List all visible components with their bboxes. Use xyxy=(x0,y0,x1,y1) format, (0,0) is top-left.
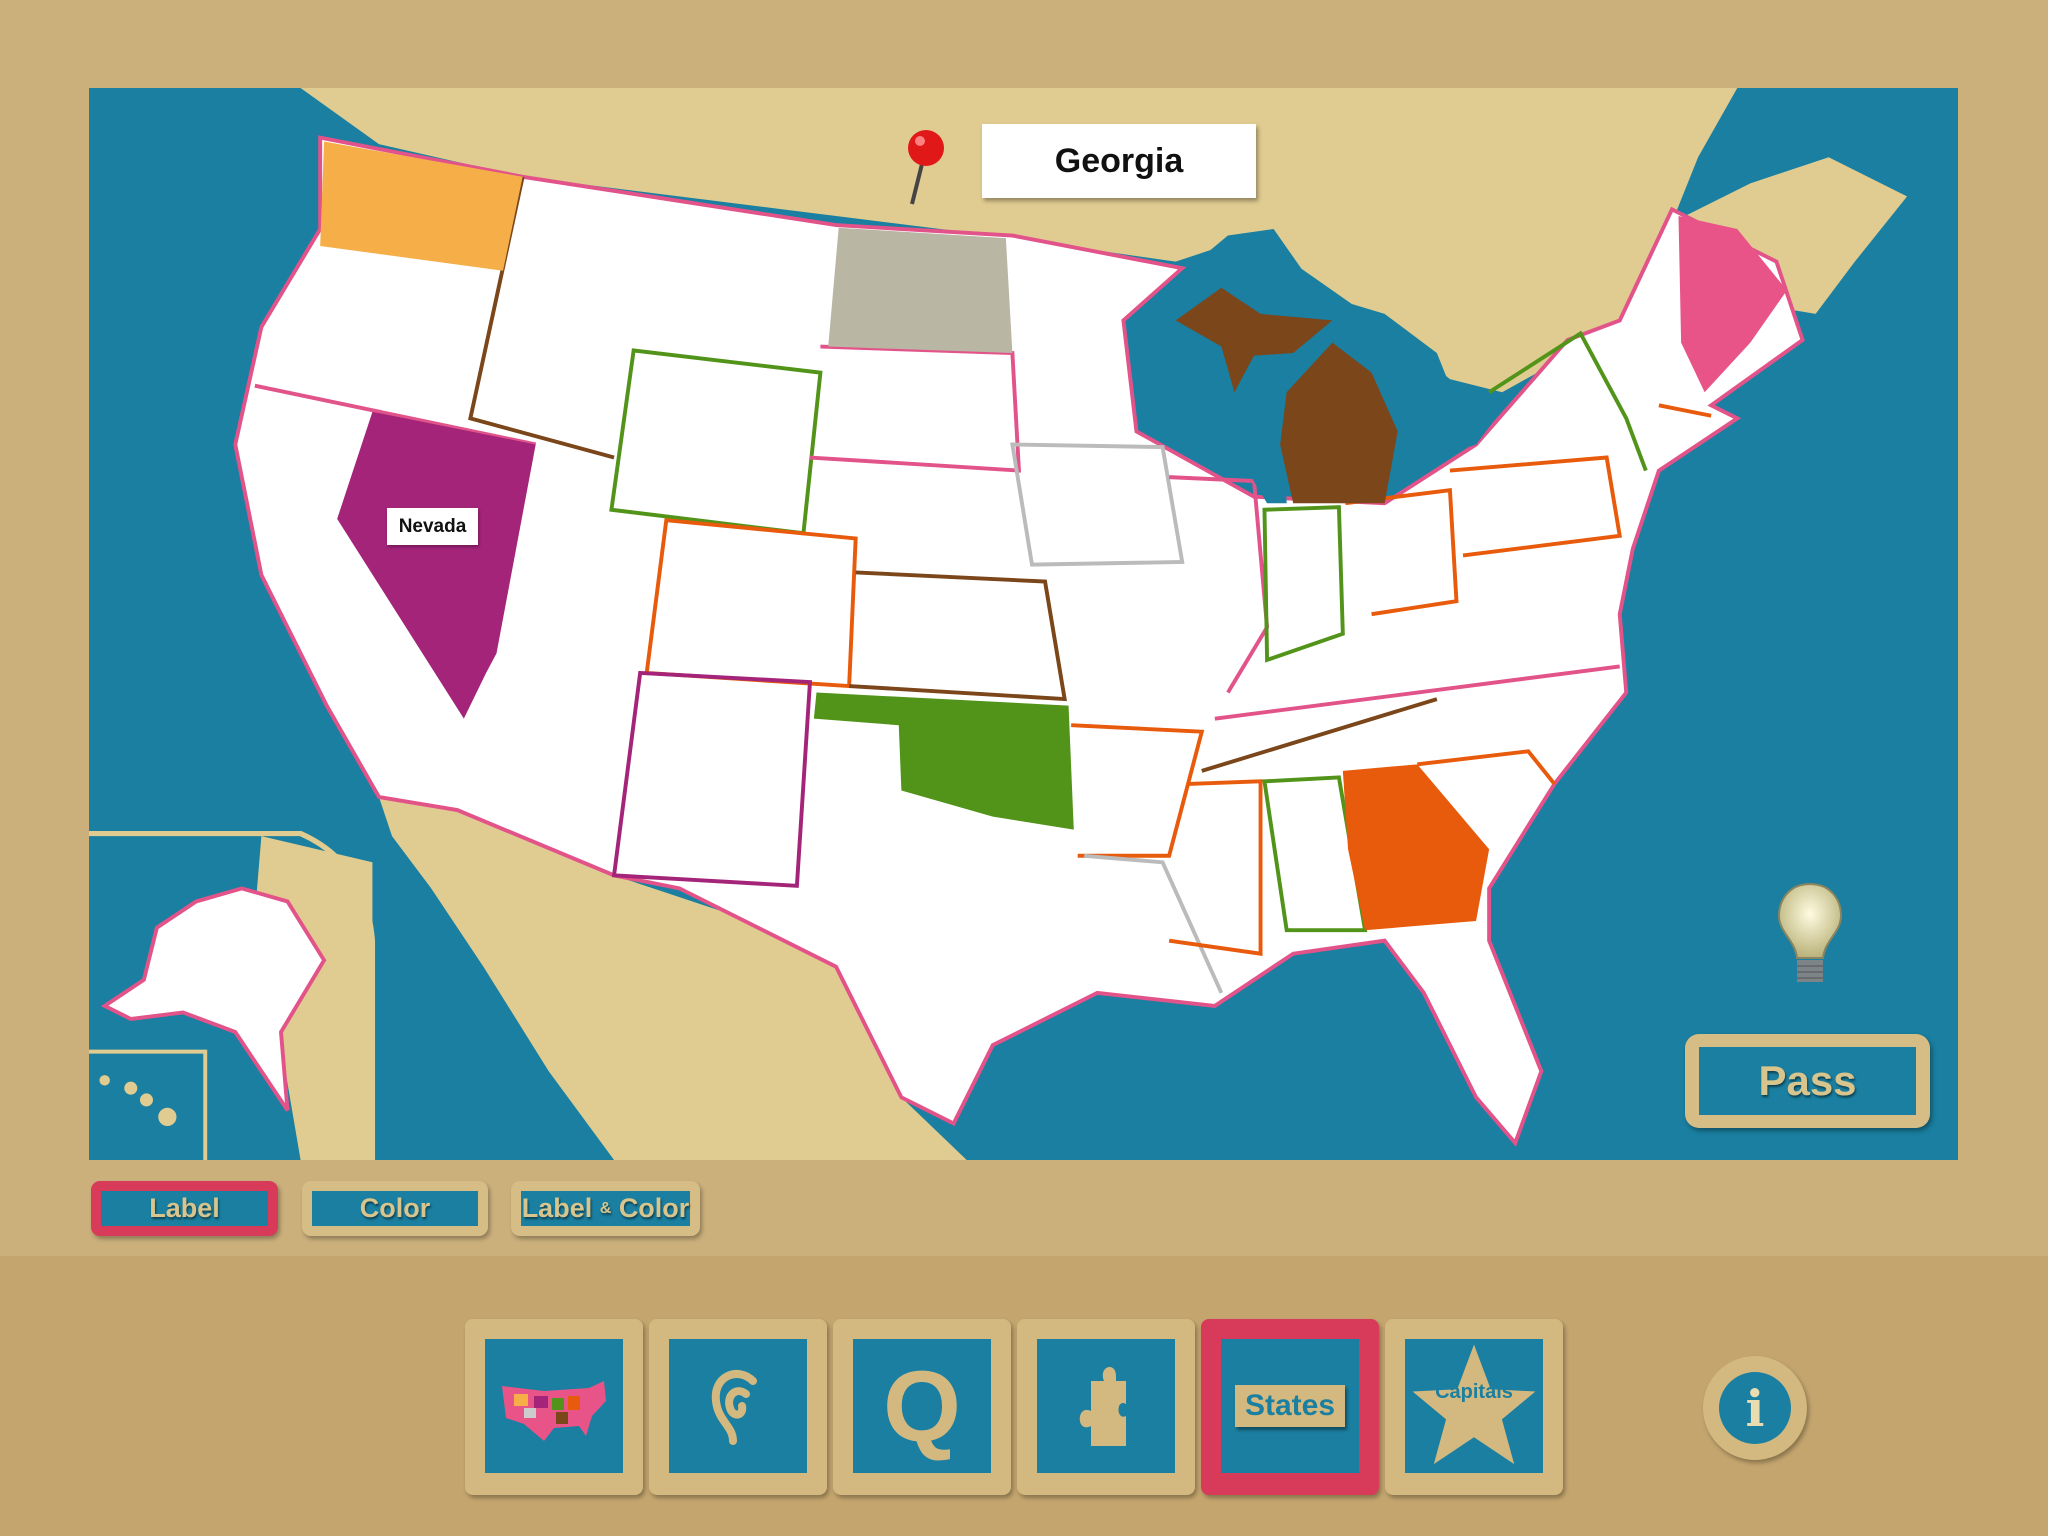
mode-label-and-color-text: Label & Color xyxy=(521,1191,690,1226)
mode-label-button[interactable]: Label xyxy=(91,1181,278,1236)
nav-map-tile[interactable] xyxy=(465,1319,643,1495)
mode-label-text: Label xyxy=(101,1191,268,1226)
nav-puzzle-tile[interactable] xyxy=(1017,1319,1195,1495)
capitals-label: Capitals xyxy=(1435,1380,1513,1403)
star-icon xyxy=(1412,1344,1536,1465)
lightbulb-icon[interactable] xyxy=(1775,880,1845,990)
pushpin-icon xyxy=(898,126,948,206)
placed-state-label: Nevada xyxy=(387,508,478,545)
ear-icon xyxy=(711,1369,757,1445)
svg-text:Q: Q xyxy=(883,1351,961,1463)
us-map-icon xyxy=(502,1381,606,1441)
us-map[interactable] xyxy=(89,88,1958,1160)
nav-capitals-tile[interactable]: Capitals xyxy=(1385,1319,1563,1495)
states-label: States xyxy=(1234,1385,1346,1427)
nav-listen-tile[interactable] xyxy=(649,1319,827,1495)
info-icon: i xyxy=(1719,1372,1791,1444)
target-state-label[interactable]: Georgia xyxy=(982,124,1256,198)
nav-quiz-tile[interactable]: Q xyxy=(833,1319,1011,1495)
mode-color-text: Color xyxy=(312,1191,478,1226)
puzzle-icon xyxy=(1079,1366,1126,1446)
info-button[interactable]: i xyxy=(1703,1356,1807,1460)
nav-states-tile[interactable]: States xyxy=(1201,1319,1379,1495)
pass-button[interactable]: Pass xyxy=(1685,1034,1930,1128)
quiz-q-icon: Q xyxy=(883,1351,961,1463)
state-north-dakota[interactable] xyxy=(828,227,1013,354)
pass-button-label: Pass xyxy=(1699,1047,1916,1115)
mode-color-button[interactable]: Color xyxy=(302,1181,488,1236)
mode-label-and-color-button[interactable]: Label & Color xyxy=(511,1181,700,1236)
